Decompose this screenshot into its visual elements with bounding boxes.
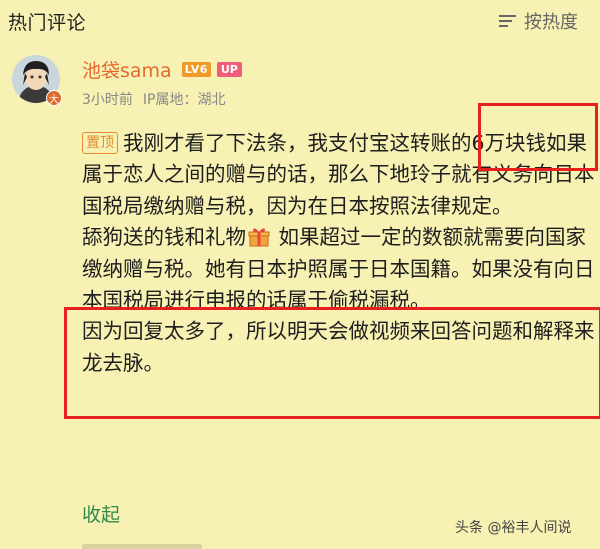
sort-label: 按热度 <box>524 12 578 33</box>
gift-icon <box>248 225 270 247</box>
paragraph-1-text: 我刚才看了下法条，我支付宝这转账的6万块钱如果属于恋人之间的赠与的话，那么下地玲… <box>82 131 595 218</box>
avatar-verified-badge: 大 <box>46 90 62 106</box>
post-time: 3小时前 <box>82 92 133 108</box>
comment-paragraph-1: 置顶 我刚才看了下法条，我支付宝这转账的6万块钱如果属于恋人之间的赠与的话，那么下… <box>82 128 600 222</box>
collapse-link[interactable]: 收起 <box>82 500 120 527</box>
paragraph-2a-text: 舔狗送的钱和礼物 <box>82 225 246 250</box>
next-item-edge <box>82 544 202 549</box>
comment-paragraph-2: 舔狗送的钱和礼物 如果超过一定的数额就需要向国家缴纳赠与税。她有日本护照属于日本… <box>82 222 600 316</box>
section-title: 热门评论 <box>8 12 87 34</box>
pinned-tag: 置顶 <box>82 132 118 154</box>
comment-meta: 3小时前 IP属地：湖北 <box>82 89 226 109</box>
sort-lines-icon <box>499 14 516 28</box>
username[interactable]: 池袋sama <box>82 56 172 83</box>
user-row: 池袋sama LV6 UP <box>82 56 242 83</box>
sort-by-hot-button[interactable]: 按热度 <box>499 8 578 34</box>
comment-paragraph-3: 因为回复太多了，所以明天会做视频来回答问题和解释来龙去脉。 <box>82 319 595 375</box>
comments-header: 热门评论 按热度 <box>0 0 600 42</box>
level-badge: LV6 <box>181 62 211 77</box>
watermark: 头条 @裕丰人间说 <box>455 520 572 536</box>
ip-location: IP属地：湖北 <box>142 92 226 108</box>
comment-body: 置顶 我刚才看了下法条，我支付宝这转账的6万块钱如果属于恋人之间的赠与的话，那么下… <box>82 128 600 379</box>
up-badge: UP <box>216 62 242 77</box>
